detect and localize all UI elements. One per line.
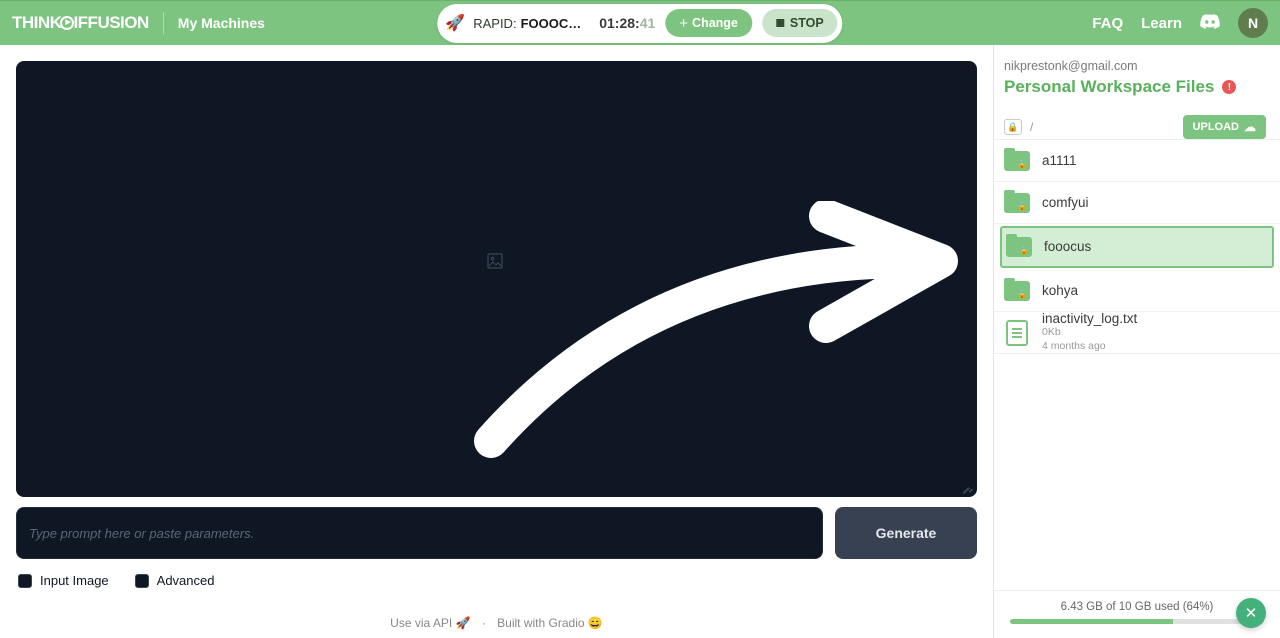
storage-bar — [1010, 619, 1264, 624]
folder-a1111[interactable]: 🔒 a1111 — [994, 140, 1280, 182]
upload-button[interactable]: UPLOAD☁ — [1183, 115, 1266, 139]
main-workspace: Generate Input Image Advanced Use via AP… — [0, 45, 993, 638]
cloud-upload-icon: ☁ — [1244, 120, 1256, 134]
storage-usage-text: 6.43 GB of 10 GB used (64%) — [1010, 601, 1264, 613]
discord-icon[interactable] — [1200, 13, 1220, 34]
info-badge-icon[interactable]: ! — [1222, 80, 1236, 94]
folder-icon: 🔒 — [1004, 281, 1030, 301]
folder-name: fooocus — [1044, 239, 1091, 254]
annotation-arrow-icon — [471, 201, 971, 461]
file-name: inactivity_log.txt — [1042, 311, 1137, 326]
prompt-input[interactable] — [16, 507, 823, 559]
file-inactivity-log[interactable]: inactivity_log.txt 0Kb 4 months ago — [994, 312, 1280, 354]
folder-comfyui[interactable]: 🔒 comfyui — [994, 182, 1280, 224]
file-list: 🔒 a1111 🔒 comfyui 🔒 fooocus 🔒 kohya inac… — [994, 139, 1280, 590]
advanced-checkbox[interactable]: Advanced — [135, 573, 215, 588]
image-canvas[interactable] — [16, 61, 977, 497]
advanced-label: Advanced — [157, 573, 215, 588]
session-timer: 01:28:41 — [599, 15, 655, 31]
workspace-title: Personal Workspace Files ! — [1004, 77, 1264, 97]
user-email: nikprestonk@gmail.com — [1004, 59, 1264, 73]
my-machines-link[interactable]: My Machines — [178, 15, 265, 31]
header-divider — [163, 12, 164, 34]
brand-logo[interactable]: THINKIFFUSION — [12, 13, 149, 33]
files-sidebar: nikprestonk@gmail.com Personal Workspace… — [993, 45, 1280, 638]
status-app-name: FOOOC… — [521, 16, 582, 31]
folder-name: kohya — [1042, 283, 1078, 298]
lock-icon: 🔒 — [1004, 119, 1022, 135]
input-image-label: Input Image — [40, 573, 109, 588]
rocket-icon: 🚀 — [445, 13, 465, 33]
change-button[interactable]: +Change — [665, 9, 752, 37]
folder-name: a1111 — [1042, 153, 1077, 168]
folder-icon: 🔒 — [1006, 237, 1032, 257]
checkbox-icon — [18, 574, 32, 588]
faq-link[interactable]: FAQ — [1092, 15, 1123, 32]
gradio-link[interactable]: Built with Gradio 😄 — [497, 616, 603, 630]
api-link[interactable]: Use via API 🚀 — [390, 616, 470, 630]
text-file-icon — [1006, 320, 1028, 346]
generate-button[interactable]: Generate — [835, 507, 977, 559]
user-avatar[interactable]: N — [1238, 8, 1268, 38]
app-header: THINKIFFUSION My Machines 🚀 RAPID: FOOOC… — [0, 0, 1280, 45]
close-fab-button[interactable]: ✕ — [1236, 598, 1266, 628]
folder-icon: 🔒 — [1004, 151, 1030, 171]
checkbox-icon — [135, 574, 149, 588]
learn-link[interactable]: Learn — [1141, 15, 1182, 32]
plus-icon: + — [679, 15, 688, 32]
input-image-checkbox[interactable]: Input Image — [18, 573, 109, 588]
stop-square-icon — [776, 19, 784, 27]
file-size: 0Kb — [1042, 326, 1137, 340]
folder-icon: 🔒 — [1004, 193, 1030, 213]
folder-fooocus[interactable]: 🔒 fooocus — [1000, 226, 1274, 268]
storage-footer: 6.43 GB of 10 GB used (64%) ✕ — [994, 590, 1280, 638]
breadcrumb-path[interactable]: / — [1030, 120, 1033, 134]
storage-bar-fill — [1010, 619, 1173, 624]
folder-kohya[interactable]: 🔒 kohya — [994, 270, 1280, 312]
canvas-resize-handle[interactable] — [963, 483, 973, 493]
status-rapid-label: RAPID: — [473, 16, 516, 31]
machine-status-pill: 🚀 RAPID: FOOOC… 01:28:41 +Change STOP — [437, 4, 842, 43]
canvas-footer: Use via API 🚀 · Built with Gradio 😄 — [16, 616, 977, 630]
logo-play-icon — [60, 16, 74, 30]
file-age: 4 months ago — [1042, 340, 1137, 354]
folder-name: comfyui — [1042, 195, 1089, 210]
image-placeholder-icon — [487, 253, 503, 274]
stop-button[interactable]: STOP — [762, 9, 838, 37]
